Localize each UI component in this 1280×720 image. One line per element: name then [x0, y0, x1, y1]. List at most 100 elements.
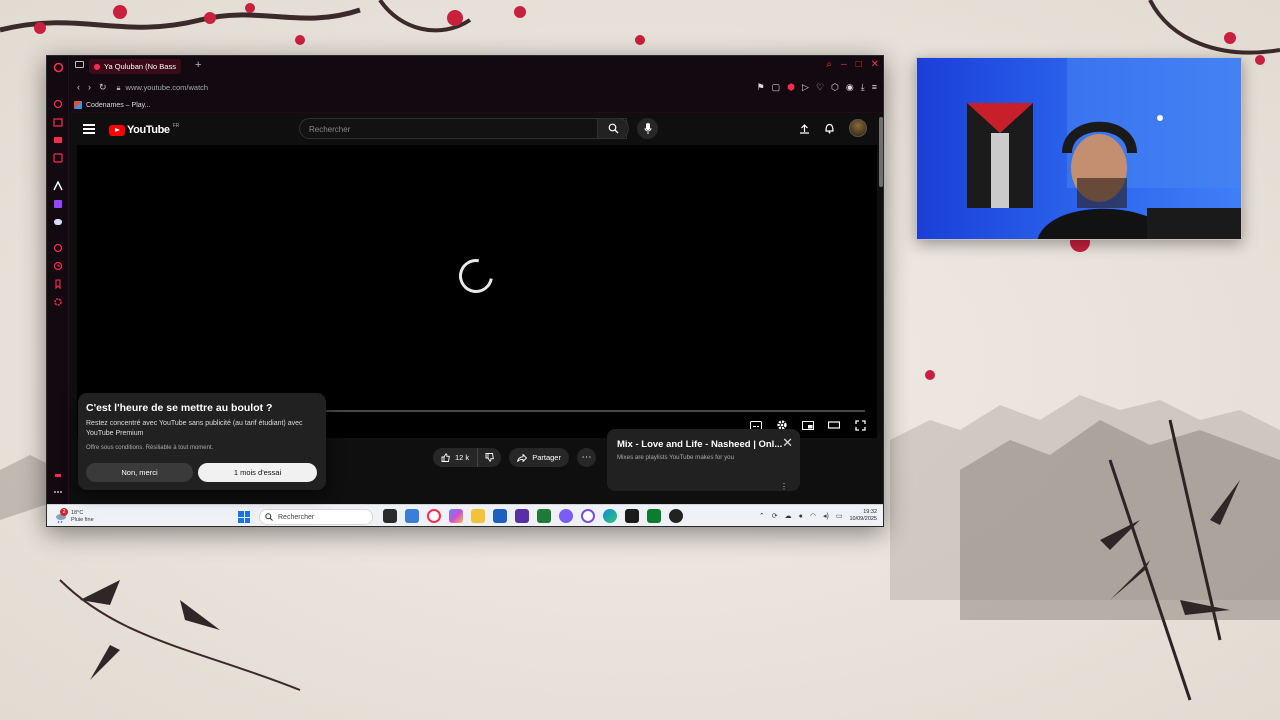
player-icon[interactable] [52, 242, 64, 254]
copilot-icon[interactable] [449, 509, 463, 523]
ai-icon[interactable] [52, 98, 64, 110]
visual-studio-icon[interactable] [515, 509, 529, 523]
share-label: Partager [532, 453, 561, 462]
search-box [299, 118, 627, 139]
volume-icon[interactable]: ◂) [823, 512, 829, 520]
share-icon [517, 453, 528, 462]
video-actions: 12 k Partager ⋯ [433, 448, 596, 467]
onedrive-icon[interactable]: ☁ [785, 512, 792, 520]
opera-sidebar [47, 56, 69, 504]
lock-icon: 🔒︎ [116, 82, 121, 92]
maximize-button[interactable]: □ [856, 59, 862, 70]
edge-icon[interactable] [603, 509, 617, 523]
menu-icon[interactable]: ≡ [872, 82, 877, 93]
history-icon[interactable] [52, 260, 64, 272]
theater-mode-icon[interactable] [827, 419, 841, 431]
twitch-app-icon[interactable] [52, 198, 64, 210]
search-tabs-icon[interactable]: ⌕ [826, 59, 832, 70]
store-icon[interactable] [52, 116, 64, 128]
obs-icon[interactable] [669, 509, 683, 523]
mix-title[interactable]: Mix - Love and Life - Nasheed | Onl... [617, 439, 789, 450]
gx-control-icon[interactable] [52, 180, 64, 192]
pinned-apps [383, 509, 683, 523]
promo-fine-print: Offre sous conditions. Résiliable à tout… [86, 445, 214, 451]
back-icon[interactable]: ‹ [77, 82, 80, 93]
address-bar[interactable]: 🔒︎ www.youtube.com/watch [117, 83, 209, 93]
play-icon[interactable]: ▷ [802, 82, 809, 93]
tab-island-icon[interactable] [75, 61, 84, 68]
minimize-button[interactable]: – [841, 59, 847, 70]
guide-menu-icon[interactable] [83, 124, 95, 134]
close-mix-icon[interactable]: ✕ [782, 435, 793, 451]
streamlabs-icon[interactable] [647, 509, 661, 523]
xbox-icon[interactable] [537, 509, 551, 523]
opera-gx-icon[interactable] [427, 509, 441, 523]
gx-corner-icon[interactable] [52, 470, 64, 482]
snapshot-icon[interactable]: ▢ [772, 82, 781, 93]
more-actions-button[interactable]: ⋯ [576, 448, 596, 467]
tab-title: Ya Quluban (No Bass [104, 62, 176, 71]
taskbar-clock[interactable]: 19:32 10/09/2025 [849, 509, 877, 523]
twitch-icon[interactable] [52, 152, 64, 164]
account-avatar[interactable] [849, 119, 867, 137]
opera-icon[interactable] [581, 509, 595, 523]
terminal-icon[interactable] [625, 509, 639, 523]
dislike-button[interactable] [478, 448, 502, 467]
audio-playing-icon[interactable] [94, 63, 100, 70]
decline-button[interactable]: Non, merci [86, 463, 193, 482]
trial-button[interactable]: 1 mois d'essai [198, 463, 317, 482]
windows-start-icon[interactable] [238, 511, 250, 523]
youtube-logo[interactable]: YouTube FR [109, 123, 179, 136]
premium-promo-dialog: C'est l'heure de se mettre au boulot ? R… [78, 393, 326, 490]
share-button[interactable]: Partager [509, 448, 569, 467]
tray-overflow-icon[interactable]: ⌃ [759, 512, 765, 520]
taskbar-search[interactable]: Rechercher [259, 509, 373, 525]
download-icon[interactable]: ⤓ [861, 82, 865, 93]
opera-logo-icon[interactable] [52, 61, 64, 73]
reload-icon[interactable]: ↻ [99, 82, 107, 93]
bookmarks-icon[interactable] [52, 278, 64, 290]
discord-taskbar-icon[interactable] [559, 509, 573, 523]
mix-more-icon[interactable]: ⋮ [780, 482, 788, 491]
discord-icon[interactable] [52, 216, 64, 228]
search-input[interactable] [300, 120, 626, 139]
bookmark-page-icon[interactable]: ⚑ [757, 82, 765, 93]
extensions-icon[interactable]: ⬡ [831, 82, 839, 93]
photos-icon[interactable] [405, 509, 419, 523]
battery-icon[interactable]: ▭ [836, 512, 843, 520]
mic-tray-icon[interactable]: ● [799, 513, 803, 520]
search-button[interactable] [597, 118, 629, 139]
header-actions [799, 119, 867, 137]
tray-sync-icon[interactable]: ⟳ [772, 512, 778, 520]
url-text: www.youtube.com/watch [125, 83, 209, 92]
mail-icon[interactable] [52, 134, 64, 146]
tab-active[interactable]: Ya Quluban (No Bass [89, 59, 181, 74]
weather-widget[interactable]: 2 18°C Pluie fine [55, 507, 94, 523]
store-icon[interactable] [493, 509, 507, 523]
bookmark-codenames[interactable]: Codenames – Play... [86, 102, 150, 109]
heart-icon[interactable]: ♡ [816, 82, 824, 93]
adblock-shield-icon[interactable]: ⬢ [787, 82, 795, 93]
miniplayer-icon[interactable] [801, 419, 815, 431]
like-dislike-group: 12 k [433, 448, 502, 467]
mix-playlist-card[interactable]: Mix - Love and Life - Nasheed | Onl... M… [607, 429, 800, 491]
microphone-icon [644, 123, 651, 134]
like-button[interactable]: 12 k [433, 448, 479, 467]
codenames-favicon-icon [74, 101, 82, 109]
task-view-icon[interactable] [383, 509, 397, 523]
close-window-button[interactable]: ✕ [871, 59, 879, 70]
page-scrollbar[interactable] [879, 117, 883, 187]
settings-icon[interactable] [52, 296, 64, 308]
forward-icon[interactable]: › [88, 82, 91, 93]
profile-icon[interactable]: ◉ [846, 82, 854, 93]
new-tab-button[interactable]: + [195, 59, 201, 71]
upload-icon[interactable] [799, 123, 810, 134]
file-explorer-icon[interactable] [471, 509, 485, 523]
wifi-icon[interactable]: ◠ [810, 512, 816, 520]
fullscreen-icon[interactable] [853, 419, 867, 431]
voice-search-button[interactable] [637, 118, 658, 139]
notifications-bell-icon[interactable] [824, 122, 835, 134]
youtube-play-icon [109, 124, 125, 136]
sidebar-more-icon[interactable] [52, 486, 64, 498]
thumbs-down-icon [485, 453, 495, 462]
